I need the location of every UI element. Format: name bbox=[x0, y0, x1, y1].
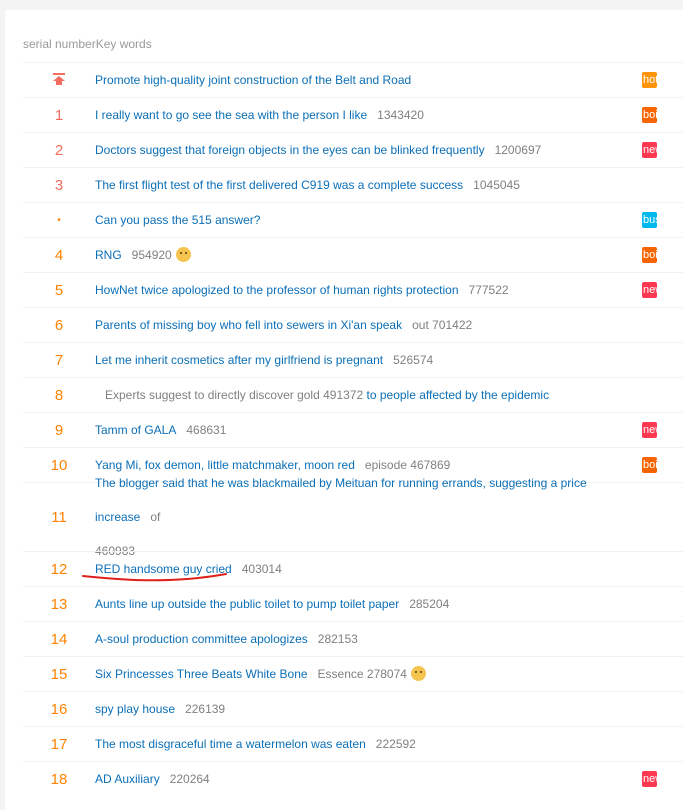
hot-search-link[interactable]: Six Princesses Three Beats White Bone bbox=[95, 667, 308, 681]
hot-search-row: 2 Doctors suggest that foreign objects in… bbox=[23, 132, 683, 167]
pinned-row: Promote high-quality joint construction … bbox=[23, 62, 683, 97]
new-badge: new bbox=[642, 142, 657, 158]
hot-count: 777522 bbox=[468, 283, 509, 297]
hot-search-row: 3 The first flight test of the first deli… bbox=[23, 167, 683, 202]
new-badge: new bbox=[642, 282, 657, 298]
hot-search-row: 15 Six Princesses Three Beats White Bone E… bbox=[23, 656, 683, 691]
table-header: serial numberKey words bbox=[23, 37, 152, 51]
hot-count: 226139 bbox=[185, 702, 226, 716]
keywords-header: Key words bbox=[95, 37, 152, 51]
serial-number-header: serial number bbox=[23, 37, 96, 51]
hot-count: 222592 bbox=[375, 737, 416, 751]
hot-search-row: 13 Aunts line up outside the public toile… bbox=[23, 586, 683, 621]
hot-search-row: 1 I really want to go see the sea with th… bbox=[23, 97, 683, 132]
hot-search-link[interactable]: The blogger said that he was blackmailed… bbox=[95, 476, 587, 524]
hot-search-link[interactable]: to people affected by the epidemic bbox=[367, 388, 550, 402]
hot-count: 285204 bbox=[409, 597, 450, 611]
hot-search-link[interactable]: I really want to go see the sea with the… bbox=[95, 108, 367, 122]
rank-number: 9 bbox=[54, 421, 64, 439]
hot-search-row: 12 RED handsome guy cried 403014 bbox=[23, 551, 683, 586]
hot-search-row: 8 Experts suggest to directly discover go… bbox=[23, 377, 683, 412]
hot-search-row: 11 The blogger said that he was blackmail… bbox=[23, 476, 683, 558]
hot-search-link[interactable]: Parents of missing boy who fell into sew… bbox=[95, 318, 402, 332]
hot-count: 954920 bbox=[131, 248, 172, 262]
rank-number: 2 bbox=[54, 141, 64, 159]
rank-number: 17 bbox=[50, 735, 68, 753]
rank-number: 18 bbox=[50, 770, 68, 788]
hot-search-row: 4 RNG 954920 boil bbox=[23, 237, 683, 272]
hot-search-row: 16 spy play house 226139 bbox=[23, 691, 683, 726]
doge-emoji-icon bbox=[410, 666, 426, 681]
hot-count: 468631 bbox=[186, 423, 227, 437]
boil-badge: boil bbox=[642, 107, 657, 123]
hot-count: 403014 bbox=[241, 562, 282, 576]
hot-search-link[interactable]: AD Auxiliary bbox=[95, 772, 160, 786]
rank-number: 16 bbox=[50, 700, 68, 718]
rank-number: 14 bbox=[50, 630, 68, 648]
hot-search-row: 9 Tamm of GALA 468631 new bbox=[23, 412, 683, 447]
hot-badge: hot bbox=[642, 72, 657, 88]
red-underline-annotation bbox=[82, 573, 227, 582]
hot-search-row: 18 AD Auxiliary 220264 new bbox=[23, 761, 683, 796]
rank-number: 13 bbox=[50, 595, 68, 613]
hot-count: 526574 bbox=[393, 353, 434, 367]
hot-search-link[interactable]: RNG bbox=[95, 248, 122, 262]
hot-count: Essence 278074 bbox=[317, 667, 407, 681]
rank-number: 3 bbox=[54, 176, 64, 194]
hot-search-link[interactable]: Can you pass the 515 answer? bbox=[95, 213, 260, 227]
rank-number: 8 bbox=[54, 386, 64, 404]
hot-search-row: 7 Let me inherit cosmetics after my girlf… bbox=[23, 342, 683, 377]
hot-search-row: 5 HowNet twice apologized to the professo… bbox=[23, 272, 683, 307]
rank-number: 7 bbox=[54, 351, 64, 369]
hot-search-row: 14 A-soul production committee apologizes… bbox=[23, 621, 683, 656]
rank-cell bbox=[23, 72, 95, 89]
rank-number: 4 bbox=[54, 246, 64, 264]
hot-search-link[interactable]: The first flight test of the first deliv… bbox=[95, 178, 463, 192]
hot-search-link[interactable]: The most disgraceful time a watermelon w… bbox=[95, 737, 366, 751]
new-badge: new bbox=[642, 771, 657, 787]
hot-search-link[interactable]: A-soul production committee apologizes bbox=[95, 632, 308, 646]
hot-search-link[interactable]: Tamm of GALA bbox=[95, 423, 176, 437]
rank-number: 11 bbox=[51, 508, 67, 526]
hot-search-list: Promote high-quality joint construction … bbox=[23, 62, 683, 796]
hot-search-row: 17 The most disgraceful time a watermelon… bbox=[23, 726, 683, 761]
hot-search-link[interactable]: Aunts line up outside the public toilet … bbox=[95, 597, 399, 611]
new-badge: new bbox=[642, 422, 657, 438]
hot-search-row: 6 Parents of missing boy who fell into se… bbox=[23, 307, 683, 342]
hot-count: 282153 bbox=[317, 632, 358, 646]
boil-badge: boil bbox=[642, 247, 657, 263]
rank-number: 10 bbox=[50, 456, 68, 474]
hot-search-row: • Can you pass the 515 answer? business bbox=[23, 202, 683, 237]
hot-search-link[interactable]: HowNet twice apologized to the professor… bbox=[95, 283, 459, 297]
hot-search-card: serial numberKey words Promote high-qual… bbox=[5, 10, 683, 810]
hot-count: 220264 bbox=[169, 772, 210, 786]
hot-count: of bbox=[150, 510, 161, 524]
hot-search-link[interactable]: Let me inherit cosmetics after my girlfr… bbox=[95, 353, 383, 367]
rank-number: 1 bbox=[54, 106, 64, 124]
rank-number: 15 bbox=[50, 665, 68, 683]
hot-count: out 701422 bbox=[412, 318, 473, 332]
pin-top-icon bbox=[53, 72, 65, 85]
rank-number: 6 bbox=[54, 316, 64, 334]
business-badge: business bbox=[642, 212, 657, 228]
hot-count: 1045045 bbox=[473, 178, 520, 192]
hot-search-link[interactable]: Doctors suggest that foreign objects in … bbox=[95, 143, 485, 157]
rank-number: 5 bbox=[54, 281, 64, 299]
doge-emoji-icon bbox=[175, 247, 191, 262]
hot-search-link[interactable]: Promote high-quality joint construction … bbox=[95, 73, 411, 87]
rank-number: • bbox=[57, 214, 61, 226]
hot-count: 1200697 bbox=[494, 143, 542, 157]
hot-count: 1343420 bbox=[377, 108, 424, 122]
hot-count: Experts suggest to directly discover gol… bbox=[105, 388, 364, 402]
hot-search-link[interactable]: spy play house bbox=[95, 702, 175, 716]
boil-badge: boil bbox=[642, 457, 657, 473]
